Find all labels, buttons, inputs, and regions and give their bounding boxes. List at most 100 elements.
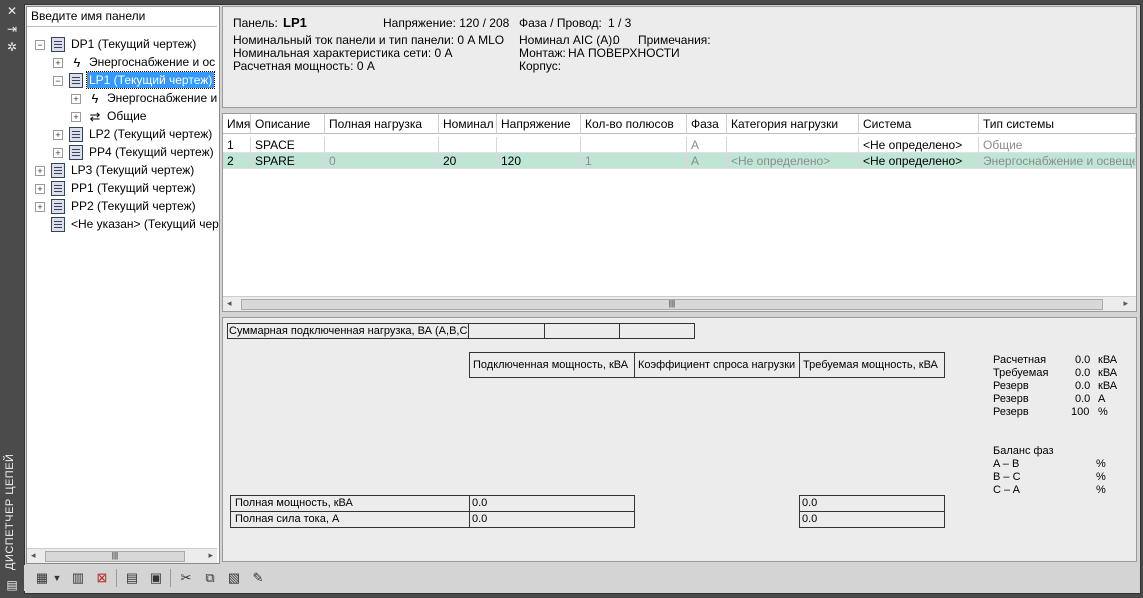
grid-horizontal-scrollbar[interactable]: ◂ ||| ▸	[223, 296, 1136, 311]
cell-rating[interactable]	[439, 137, 497, 153]
cell-poles[interactable]	[581, 137, 687, 153]
tree-node-label: Общие	[107, 109, 147, 123]
column-header-name[interactable]: Имя	[223, 114, 251, 134]
autohide-icon[interactable]: ⇥	[5, 22, 19, 36]
cell-poles[interactable]: 1	[581, 153, 687, 169]
tree-node-label: Энергоснабжение и	[107, 91, 218, 105]
scroll-right-icon[interactable]: ▸	[208, 550, 213, 561]
column-header-full-load[interactable]: Полная нагрузка	[325, 114, 439, 134]
scroll-thumb[interactable]: |||	[241, 299, 1103, 310]
edit-icon[interactable]: ✎	[250, 570, 266, 586]
cell-name[interactable]: 2	[223, 153, 251, 169]
cell-name[interactable]: 1	[223, 137, 251, 153]
balance-label: B – C	[993, 471, 1021, 483]
column-header-voltage[interactable]: Напряжение	[497, 114, 581, 134]
phase-wire-value: 1 / 3	[608, 16, 632, 30]
stat-label: Расчетная	[993, 354, 1047, 366]
tree-node-lp1[interactable]: − LP1 (Текущий чертеж)	[53, 71, 216, 89]
palette-menu-icon[interactable]: ▤	[5, 578, 19, 592]
cell-rating[interactable]: 20	[439, 153, 497, 169]
expand-icon[interactable]: +	[71, 112, 81, 122]
stat-value: 0.0	[1075, 393, 1091, 405]
expand-icon[interactable]: +	[35, 166, 45, 176]
new-panel-icon[interactable]: ▥	[70, 570, 86, 586]
cell-system[interactable]: <Не определено>	[859, 137, 979, 153]
panel-tree: Введите имя панели − DP1 (Текущий чертеж…	[26, 6, 220, 564]
required-power-header: Требуемая мощность, кВА	[799, 352, 945, 378]
scroll-thumb[interactable]: |||	[45, 551, 185, 562]
cell-full-load[interactable]	[325, 137, 439, 153]
column-header-description[interactable]: Описание	[251, 114, 325, 134]
collapse-icon[interactable]: −	[53, 76, 63, 86]
cell-voltage[interactable]	[497, 137, 581, 153]
network-rating-text: Номинальная характеристика сети: 0 A	[233, 46, 453, 60]
stat-label: Резерв	[993, 406, 1029, 418]
toolbar-separator	[116, 569, 117, 587]
tree-node-label: DP1 (Текущий чертеж)	[71, 37, 197, 51]
column-header-system-type[interactable]: Тип системы	[979, 114, 1136, 134]
tree-node-power-lp1[interactable]: + ϟ Энергоснабжение и	[71, 89, 219, 107]
new-circuit-icon[interactable]: ▦	[34, 570, 50, 586]
demand-factor-header: Коэффициент спроса нагрузки	[634, 352, 800, 378]
stat-label: Резерв	[993, 393, 1029, 405]
aic-value: 0	[613, 33, 620, 47]
circuit-grid: Имя Описание Полная нагрузка Номинал Нап…	[222, 113, 1137, 312]
scroll-left-icon[interactable]: ◂	[31, 550, 36, 561]
expand-icon[interactable]: +	[35, 202, 45, 212]
toolbar-separator	[170, 569, 171, 587]
expand-icon[interactable]: +	[53, 130, 63, 140]
connected-power-header: Подключенная мощность, кВА	[469, 352, 635, 378]
tree-node-dp1[interactable]: − DP1 (Текущий чертеж)	[35, 35, 198, 53]
cell-load-category[interactable]: <Не определено>	[727, 153, 859, 169]
panel-search-input[interactable]: Введите имя панели	[27, 7, 217, 27]
tree-node-pp4[interactable]: + PP4 (Текущий чертеж)	[53, 143, 216, 161]
balance-label: C – A	[993, 484, 1020, 496]
expand-icon[interactable]: +	[71, 94, 81, 104]
table-row[interactable]: 1 SPACE A <Не определено> Общие	[223, 137, 1136, 153]
tree-node-lp2[interactable]: + LP2 (Текущий чертеж)	[53, 125, 214, 143]
tree-node-unassigned[interactable]: <Не указан> (Текущий чер	[35, 215, 221, 233]
tree-node-label: PP4 (Текущий чертеж)	[89, 145, 214, 159]
cell-system-type[interactable]: Энергоснабжение и освеще	[979, 153, 1136, 169]
balance-unit: %	[1096, 471, 1106, 483]
cut-icon[interactable]: ✂	[178, 570, 194, 586]
schedule-table-icon[interactable]: ▤	[124, 570, 140, 586]
scroll-right-icon[interactable]: ▸	[1123, 298, 1128, 309]
tree-node-pp2[interactable]: + PP2 (Текущий чертеж)	[35, 197, 198, 215]
cell-full-load[interactable]: 0	[325, 153, 439, 169]
delete-icon[interactable]: ⊠	[94, 570, 110, 586]
copy-icon[interactable]: ⧉	[202, 570, 218, 586]
cell-system[interactable]: <Не определено>	[859, 153, 979, 169]
expand-icon[interactable]: +	[53, 58, 63, 68]
expand-icon[interactable]: +	[35, 184, 45, 194]
tree-node-pp1[interactable]: + PP1 (Текущий чертеж)	[35, 179, 198, 197]
mount-value: НА ПОВЕРХНОСТИ	[568, 46, 680, 60]
column-header-phase[interactable]: Фаза	[687, 114, 727, 134]
cell-voltage[interactable]: 120	[497, 153, 581, 169]
column-header-rating[interactable]: Номинал	[439, 114, 497, 134]
update-schedule-icon[interactable]: ▣	[148, 570, 164, 586]
scroll-left-icon[interactable]: ◂	[227, 298, 232, 309]
chevron-down-icon[interactable]: ▼	[52, 570, 62, 586]
aic-label: Номинал AIC (A):	[519, 33, 616, 47]
paste-icon[interactable]: ▧	[226, 570, 242, 586]
column-header-system[interactable]: Система	[859, 114, 979, 134]
cell-phase[interactable]: A	[687, 153, 727, 169]
properties-icon[interactable]: ✲	[5, 40, 19, 54]
column-header-poles[interactable]: Кол-во полюсов	[581, 114, 687, 134]
cell-phase[interactable]: A	[687, 137, 727, 153]
tree-node-power-dp1[interactable]: + ϟ Энергоснабжение и ос	[53, 53, 217, 71]
table-row-selected[interactable]: 2 SPARE 0 20 120 1 A <Не определено> <Не…	[223, 153, 1136, 169]
tree-node-lp3[interactable]: + LP3 (Текущий чертеж)	[35, 161, 196, 179]
expand-icon[interactable]: +	[53, 148, 63, 158]
tree-node-general[interactable]: + ⇄ Общие	[71, 107, 148, 125]
cell-system-type[interactable]: Общие	[979, 137, 1136, 153]
collapse-icon[interactable]: −	[35, 40, 45, 50]
column-header-load-category[interactable]: Категория нагрузки	[727, 114, 859, 134]
cell-load-category[interactable]	[727, 137, 859, 153]
tree-horizontal-scrollbar[interactable]: ◂ ||| ▸	[27, 548, 217, 563]
tree-node-label: <Не указан> (Текущий чер	[71, 217, 219, 231]
cell-description[interactable]: SPARE	[251, 153, 325, 169]
cell-description[interactable]: SPACE	[251, 137, 325, 153]
close-icon[interactable]: ✕	[5, 4, 19, 18]
